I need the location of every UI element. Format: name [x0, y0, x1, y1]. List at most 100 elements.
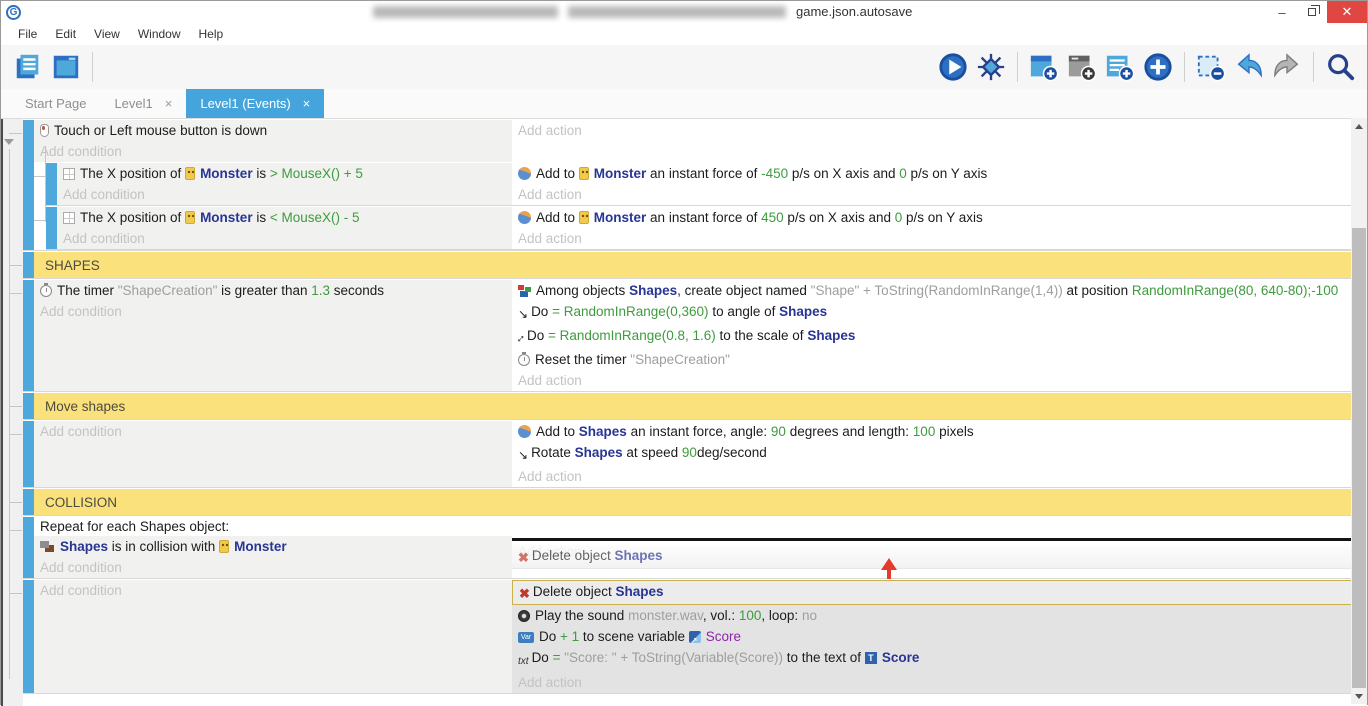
delete-event-icon[interactable]: [1196, 52, 1226, 82]
condition-row[interactable]: The timer "ShapeCreation" is greater tha…: [34, 280, 512, 301]
action-row[interactable]: Do = RandomInRange(0.8, 1.6) to the scal…: [512, 325, 1367, 349]
timer-icon: [518, 354, 530, 366]
menu-item-view[interactable]: View: [85, 23, 129, 45]
menu-item-edit[interactable]: Edit: [46, 23, 85, 45]
angle-icon: [518, 303, 528, 325]
repeat-event[interactable]: Repeat for each Shapes object:Shapes is …: [23, 516, 1367, 579]
action-row[interactable]: Among objects Shapes, create object name…: [512, 280, 1367, 301]
project-manager-icon[interactable]: [13, 52, 43, 82]
add-action-placeholder[interactable]: Add action: [512, 672, 1367, 693]
variable-icon: [518, 632, 534, 643]
event-selection-bar[interactable]: [23, 489, 34, 515]
close-button[interactable]: ✕: [1327, 1, 1367, 23]
add-condition-placeholder[interactable]: Add condition: [34, 301, 512, 322]
standard-event[interactable]: Add conditionAdd to Shapes an instant fo…: [23, 420, 1367, 488]
event-selection-bar[interactable]: [23, 421, 34, 487]
debug-icon[interactable]: [976, 52, 1006, 82]
text-icon: [518, 649, 529, 672]
add-condition-placeholder[interactable]: Add condition: [57, 184, 512, 205]
text-segment: Shapes: [575, 445, 623, 460]
add-condition-placeholder[interactable]: Add condition: [34, 557, 512, 578]
scroll-up-button[interactable]: [1351, 118, 1367, 134]
condition-row[interactable]: Shapes is in collision with Monster: [34, 536, 512, 557]
group-title[interactable]: SHAPES: [34, 252, 1367, 278]
condition-row[interactable]: Touch or Left mouse button is down: [34, 120, 512, 141]
action-row[interactable]: Add to Monster an instant force of 450 p…: [512, 207, 1367, 228]
menu-bar: FileEditViewWindowHelp: [1, 23, 1367, 45]
event-selection-bar[interactable]: [23, 280, 34, 391]
text-segment: deg/second: [697, 445, 767, 460]
action-row[interactable]: Do = RandomInRange(0,360) to angle of Sh…: [512, 301, 1367, 325]
actions-column: Add to Monster an instant force of 450 p…: [512, 207, 1367, 249]
text-segment: p/s on X axis and: [788, 166, 899, 181]
menu-item-file[interactable]: File: [9, 23, 46, 45]
scroll-down-button[interactable]: [1351, 688, 1367, 704]
add-condition-placeholder[interactable]: Add condition: [34, 141, 512, 162]
scrollbar-thumb[interactable]: [1352, 228, 1366, 688]
add-action-placeholder[interactable]: Add action: [512, 466, 1367, 487]
add-condition-placeholder[interactable]: Add condition: [34, 421, 512, 442]
add-action-placeholder[interactable]: Add action: [512, 184, 1367, 205]
action-row[interactable]: Delete object Shapes: [512, 580, 1362, 605]
repeat-header[interactable]: Repeat for each Shapes object:: [34, 517, 1367, 536]
group-event[interactable]: SHAPES: [23, 251, 1367, 279]
condition-row[interactable]: The X position of Monster is < MouseX() …: [57, 207, 512, 228]
standard-event[interactable]: The timer "ShapeCreation" is greater tha…: [23, 279, 1367, 392]
tab-start-page[interactable]: Start Page: [11, 89, 100, 118]
event-selection-bar[interactable]: [23, 517, 34, 578]
action-row[interactable]: Rotate Shapes at speed 90deg/second: [512, 442, 1367, 466]
group-event[interactable]: Move shapes: [23, 392, 1367, 420]
group-title[interactable]: COLLISION: [34, 489, 1367, 515]
search-icon[interactable]: [1325, 52, 1355, 82]
group-title[interactable]: Move shapes: [34, 393, 1367, 419]
add-other-icon[interactable]: [1143, 52, 1173, 82]
text-segment: Delete object: [533, 584, 616, 599]
tab-close-icon[interactable]: ×: [303, 96, 311, 111]
tab-level1-events-[interactable]: Level1 (Events)×: [186, 89, 324, 118]
add-condition-placeholder[interactable]: Add condition: [34, 580, 512, 601]
text-segment: "ShapeCreation": [118, 283, 218, 298]
window-left-border: [1, 119, 3, 706]
action-row[interactable]: Reset the timer "ShapeCreation": [512, 349, 1367, 370]
action-row[interactable]: Do = "Score: " + ToString(Variable(Score…: [512, 647, 1367, 672]
standard-event[interactable]: The X position of Monster is < MouseX() …: [46, 206, 1367, 250]
menu-item-help[interactable]: Help: [190, 23, 233, 45]
add-action-placeholder[interactable]: Add action: [512, 120, 1367, 141]
standard-event[interactable]: Add conditionDelete object ShapesPlay th…: [23, 579, 1367, 694]
text-segment: degrees and length:: [786, 424, 913, 439]
group-event[interactable]: COLLISION: [23, 488, 1367, 516]
event-selection-bar[interactable]: [23, 580, 34, 693]
collapse-arrow-icon[interactable]: [4, 139, 14, 145]
menu-item-window[interactable]: Window: [129, 23, 190, 45]
scene-editor-icon[interactable]: [51, 52, 81, 82]
standard-event[interactable]: The X position of Monster is > MouseX() …: [46, 162, 1367, 206]
preview-icon[interactable]: [938, 52, 968, 82]
condition-row[interactable]: The X position of Monster is > MouseX() …: [57, 163, 512, 184]
action-row[interactable]: Play the sound monster.wav, vol.: 100, l…: [512, 605, 1367, 626]
action-row[interactable]: Add to Shapes an instant force, angle: 9…: [512, 421, 1367, 442]
vertical-scrollbar[interactable]: [1351, 118, 1367, 704]
add-action-placeholder[interactable]: Add action: [512, 228, 1367, 249]
add-comment-icon[interactable]: [1067, 52, 1097, 82]
actions-column: Add action: [512, 120, 1367, 162]
event-selection-bar[interactable]: [23, 120, 34, 250]
event-selection-bar[interactable]: [23, 252, 34, 278]
minimize-button[interactable]: –: [1267, 1, 1297, 23]
tab-close-icon[interactable]: ×: [165, 96, 173, 111]
add-subevent-icon[interactable]: [1105, 52, 1135, 82]
add-action-placeholder[interactable]: Add action: [512, 370, 1367, 391]
event-selection-bar[interactable]: [46, 163, 57, 205]
restore-button[interactable]: [1297, 1, 1327, 23]
standard-event[interactable]: Touch or Left mouse button is downAdd co…: [23, 119, 1367, 251]
add-condition-placeholder[interactable]: Add condition: [57, 228, 512, 249]
tab-level1[interactable]: Level1×: [100, 89, 186, 118]
actions-column: Add to Shapes an instant force, angle: 9…: [512, 421, 1367, 487]
add-event-icon[interactable]: [1029, 52, 1059, 82]
undo-icon[interactable]: [1234, 52, 1264, 82]
text-segment: Reset the timer: [535, 352, 630, 367]
event-selection-bar[interactable]: [46, 207, 57, 249]
action-row[interactable]: Do + 1 to scene variable Score: [512, 626, 1367, 647]
action-row[interactable]: Add to Monster an instant force of -450 …: [512, 163, 1367, 184]
event-selection-bar[interactable]: [23, 393, 34, 419]
redo-icon[interactable]: [1272, 52, 1302, 82]
